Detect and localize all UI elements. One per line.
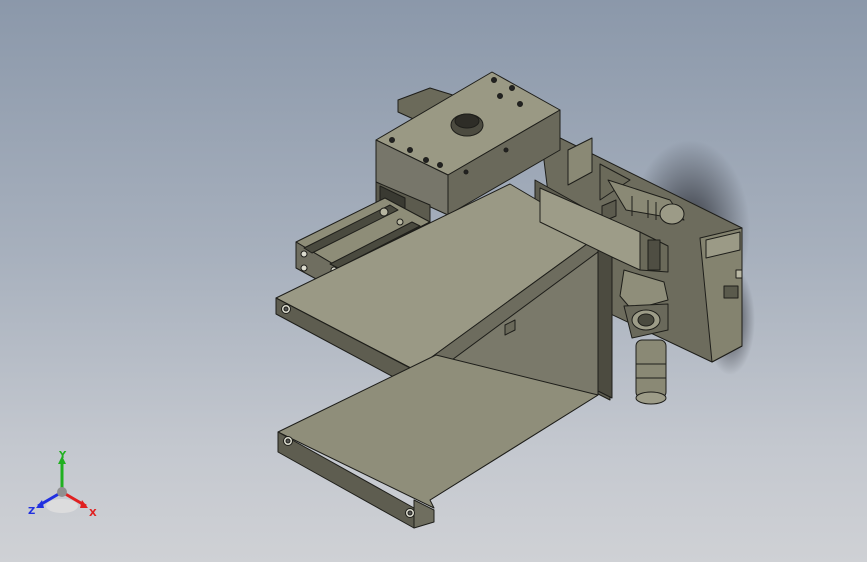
cad-graphics-viewport[interactable]: Y X Z [0, 0, 867, 562]
triad-graphic: Y X Z [28, 450, 97, 519]
view-orientation-triad[interactable]: Y X Z [22, 448, 106, 524]
assembly-model[interactable] [0, 0, 867, 562]
triad-y-label: Y [58, 450, 67, 461]
triad-x-label: X [89, 508, 97, 519]
triad-z-label: Z [28, 506, 35, 517]
